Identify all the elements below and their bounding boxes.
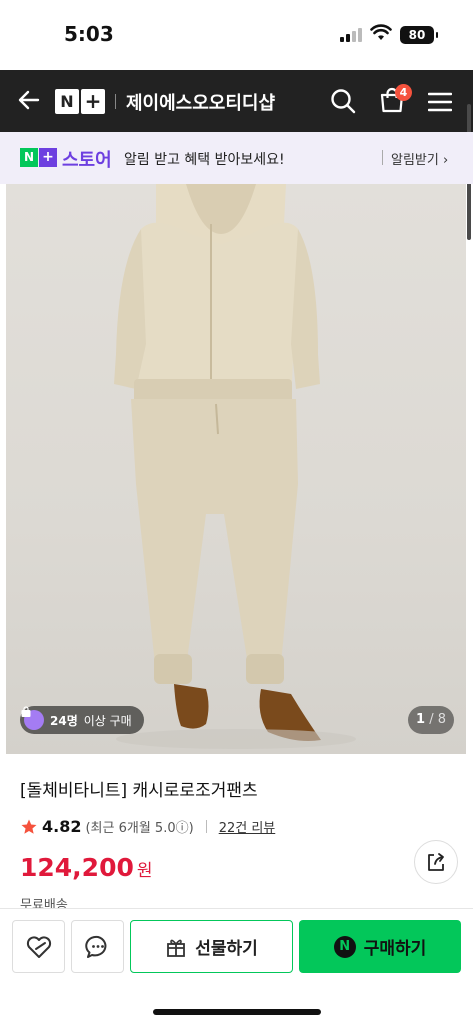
wishlist-button[interactable] — [12, 920, 65, 973]
store-header: N + 제이에스오오티디샵 — [0, 70, 473, 132]
bottom-action-bar: 선물하기 N 구매하기 — [0, 908, 473, 1024]
price: 124,200 원 — [20, 853, 153, 882]
gift-icon — [167, 939, 186, 957]
page-current: 1 — [416, 712, 426, 727]
status-bar: 5:03 80 — [0, 0, 473, 70]
store-label: 스토어 — [62, 150, 112, 171]
buyers-count: 24명 — [50, 713, 78, 728]
gift-label: 선물하기 — [195, 939, 258, 959]
recent-rating[interactable]: (최근 6개월 5.0ⓘ) — [85, 817, 193, 836]
purchase-count-chip: 24명 이상 구매 — [20, 706, 144, 734]
talk-button[interactable] — [71, 920, 124, 973]
notify-message: 알림 받고 혜택 받아보세요! — [124, 152, 285, 168]
product-photo — [114, 184, 356, 749]
notification-banner[interactable]: N + 스토어 알림 받고 혜택 받아보세요! 알림받기 › — [0, 132, 473, 184]
logo-plus: + — [81, 89, 105, 114]
product-page: 5:03 80 N + 제이에스오오티디샵 4 N + 스토어 알림 받고 혜택… — [0, 0, 473, 1024]
header-divider — [115, 94, 116, 109]
buy-label: 구매하기 — [363, 939, 427, 959]
star-icon — [21, 819, 37, 834]
naver-pay-icon: N — [333, 935, 356, 958]
naver-plus-logo[interactable]: N + — [55, 89, 105, 114]
cart-count-badge: 4 — [395, 84, 412, 101]
buy-button[interactable]: N 구매하기 — [299, 920, 461, 973]
hamburger-menu-icon[interactable] — [428, 92, 452, 112]
notify-divider — [382, 150, 383, 165]
chat-bubble-icon — [84, 935, 106, 958]
shopping-bag-icon — [21, 706, 44, 730]
product-title: [돌체비타니트] 캐시로로조거팬츠 — [20, 781, 258, 801]
back-arrow-icon[interactable] — [16, 87, 42, 113]
price-value: 124,200 — [20, 853, 134, 882]
battery-icon: 80 — [400, 26, 438, 44]
naver-plus-store-logo: N + — [20, 148, 57, 167]
status-time: 5:03 — [64, 22, 114, 46]
logo-n: N — [55, 89, 79, 114]
price-currency: 원 — [136, 861, 153, 881]
rating-score: 4.82 — [42, 817, 82, 836]
subscribe-alerts-button[interactable]: 알림받기 › — [391, 149, 448, 168]
share-icon — [428, 853, 444, 871]
rating-row: 4.82 (최근 6개월 5.0ⓘ) 22건 리뷰 — [20, 817, 275, 836]
reviews-link[interactable]: 22건 리뷰 — [219, 817, 276, 836]
image-page-indicator: 1 / 8 — [408, 706, 454, 734]
buyers-suffix: 이상 구매 — [83, 713, 132, 728]
cellular-signal-icon — [340, 28, 362, 42]
heart-plus-icon — [26, 935, 51, 958]
product-image[interactable]: 24명 이상 구매 1 / 8 — [6, 184, 466, 754]
share-button[interactable] — [414, 840, 458, 884]
rating-divider — [205, 820, 207, 833]
home-indicator[interactable] — [153, 1009, 321, 1015]
search-icon[interactable] — [330, 88, 356, 114]
page-total: / 8 — [429, 712, 446, 727]
wifi-icon — [370, 24, 392, 40]
gift-button[interactable]: 선물하기 — [130, 920, 293, 973]
store-name[interactable]: 제이에스오오티디샵 — [126, 89, 275, 115]
